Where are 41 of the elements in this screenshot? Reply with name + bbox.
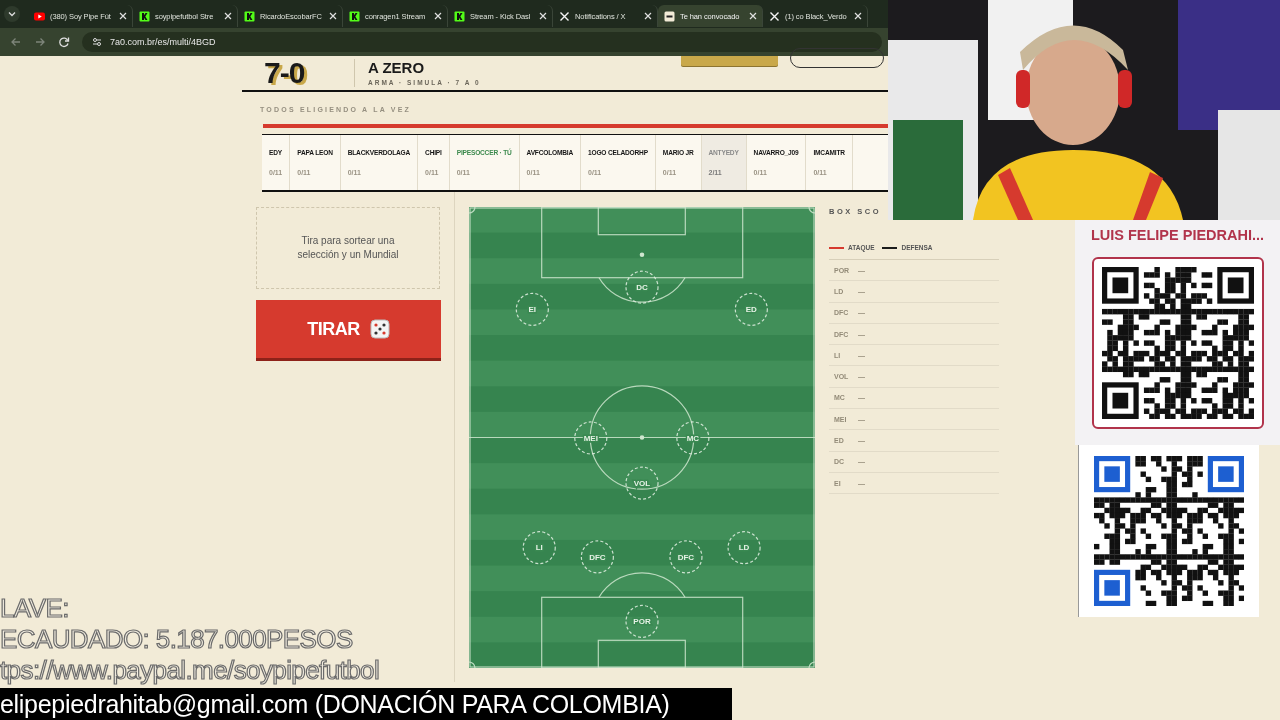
close-icon[interactable] — [434, 12, 442, 20]
close-icon[interactable] — [224, 12, 232, 20]
tab-list-button[interactable] — [4, 6, 20, 22]
dice-icon — [369, 319, 390, 339]
play-icon — [34, 10, 45, 22]
site-icon — [454, 10, 465, 22]
close-icon[interactable] — [644, 12, 652, 20]
position-slot[interactable]: LD — [727, 531, 761, 565]
position-slot[interactable]: DFC — [669, 540, 703, 574]
email-banner: elipepiedrahitab@gmail.com (DONACIÓN PARA COLOMBIA) — [0, 688, 732, 720]
forward-icon[interactable] — [34, 36, 46, 48]
site-icon — [139, 10, 150, 22]
site-icon — [349, 10, 360, 22]
position-slot[interactable]: EI — [515, 292, 549, 326]
address-field[interactable]: 7a0.com.br/es/multi/4BGD — [82, 32, 882, 52]
site-title: A ZERO — [368, 60, 426, 75]
donation-text: tps://www.paypal.me/soypipefutbol — [0, 656, 380, 684]
close-icon[interactable] — [119, 12, 127, 20]
site-icon — [664, 10, 675, 22]
position-slot[interactable]: ED — [734, 292, 768, 326]
draw-button[interactable]: TIRAR — [256, 300, 441, 358]
logo[interactable]: 7-0 — [264, 58, 344, 88]
position-slot[interactable]: VOL — [625, 466, 659, 500]
close-icon[interactable] — [749, 12, 757, 20]
streamer-name: LUIS FELIPE PIEDRAHI... — [1090, 227, 1265, 243]
close-icon[interactable] — [329, 12, 337, 20]
close-icon[interactable] — [539, 12, 547, 20]
site-icon — [244, 10, 255, 22]
position-slot[interactable]: LI — [522, 531, 556, 565]
donation-text: ECAUDADO: 5.187.000PESOS — [0, 625, 354, 653]
back-icon[interactable] — [10, 36, 22, 48]
cross-icon — [559, 10, 570, 22]
cross-icon — [769, 10, 780, 22]
position-slot[interactable]: DFC — [580, 540, 614, 574]
close-icon[interactable] — [854, 12, 862, 20]
reload-icon[interactable] — [58, 36, 70, 48]
draw-hint: Tira para sortear una selección y un Mundial — [256, 207, 440, 289]
position-slot[interactable]: DC — [625, 270, 659, 304]
site-info-icon — [92, 37, 102, 47]
caret-icon — [8, 10, 16, 18]
donation-text: LAVE: — [0, 594, 70, 622]
